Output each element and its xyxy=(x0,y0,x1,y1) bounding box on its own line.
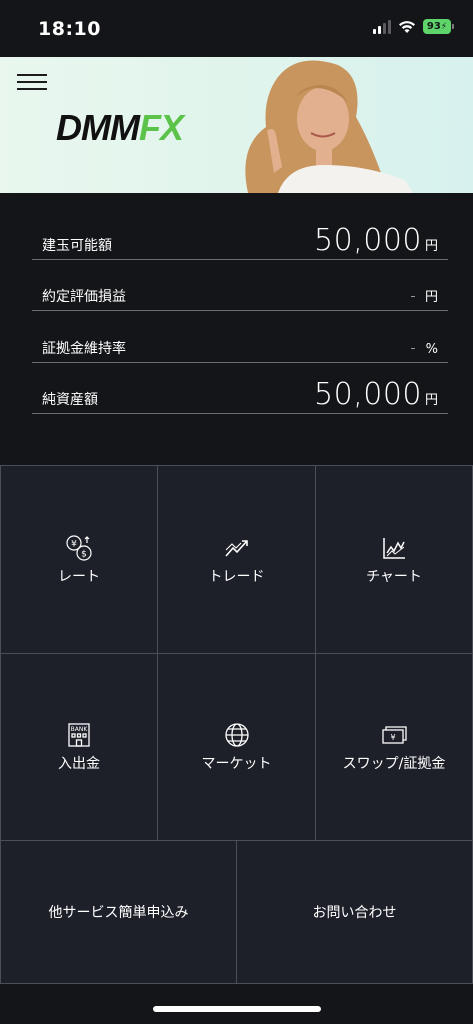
valuation-pl-unit: 円 xyxy=(424,290,438,305)
status-icons: 93 ⚡ xyxy=(373,19,454,34)
margin-ratio-row: 証拠金維持率 - % xyxy=(32,323,448,363)
trade-button[interactable]: トレード xyxy=(157,465,316,654)
deposit-withdraw-label: 入出金 xyxy=(58,756,100,772)
trade-label: トレード xyxy=(208,568,265,585)
banner-model-image xyxy=(245,60,413,193)
cellular-signal-icon xyxy=(373,19,391,34)
trend-arrow-icon xyxy=(224,539,248,557)
banknote-icon: ¥ xyxy=(382,726,407,744)
net-assets-unit: 円 xyxy=(424,393,438,408)
available-margin-unit: 円 xyxy=(424,239,438,254)
rate-label: レート xyxy=(58,568,100,585)
chart-button[interactable]: チャート xyxy=(315,465,473,654)
available-margin-value: 50,000 xyxy=(314,223,422,258)
rate-button[interactable]: ¥ $ レート xyxy=(0,465,158,654)
line-chart-icon xyxy=(383,537,405,559)
other-services-label: 他サービス簡単申込み xyxy=(48,905,189,921)
svg-text:$: $ xyxy=(81,549,87,559)
margin-ratio-unit: % xyxy=(425,342,438,357)
available-margin-label: 建玉可能額 xyxy=(42,238,112,254)
account-summary: 建玉可能額 50,000 円 約定評価損益 - 円 証拠金維持率 - % 純資産… xyxy=(0,193,473,465)
chart-label: チャート xyxy=(366,568,422,585)
deposit-withdraw-button[interactable]: BANK 入出金 xyxy=(0,653,158,841)
swap-margin-button[interactable]: ¥ スワップ/証拠金 xyxy=(315,653,473,841)
swap-margin-label: スワップ/証拠金 xyxy=(342,756,446,772)
status-time: 18:10 xyxy=(38,18,101,40)
currency-exchange-icon: ¥ $ xyxy=(66,534,92,561)
home-indicator[interactable] xyxy=(153,1006,321,1012)
valuation-pl-value: - xyxy=(410,288,416,304)
contact-button[interactable]: お問い合わせ xyxy=(236,840,473,984)
dmm-fx-logo: DMMFX xyxy=(56,107,184,148)
market-button[interactable]: マーケット xyxy=(157,653,316,841)
margin-ratio-value: - xyxy=(410,340,416,356)
battery-level: 93 xyxy=(426,21,441,32)
battery-icon: 93 ⚡ xyxy=(423,19,454,34)
svg-text:BANK: BANK xyxy=(71,726,89,733)
available-margin-row: 建玉可能額 50,000 円 xyxy=(32,220,448,260)
wifi-icon xyxy=(399,20,415,33)
margin-ratio-label: 証拠金維持率 xyxy=(42,341,126,357)
svg-text:¥: ¥ xyxy=(71,539,77,549)
status-bar: 18:10 93 ⚡ xyxy=(0,0,473,57)
svg-text:¥: ¥ xyxy=(390,733,395,742)
header-banner: DMMFX xyxy=(0,57,473,193)
bank-icon: BANK xyxy=(68,723,90,747)
globe-icon xyxy=(224,723,249,747)
net-assets-value: 50,000 xyxy=(314,377,422,412)
market-label: マーケット xyxy=(201,756,272,772)
valuation-pl-label: 約定評価損益 xyxy=(42,289,126,305)
other-services-button[interactable]: 他サービス簡単申込み xyxy=(0,840,237,984)
contact-label: お問い合わせ xyxy=(312,905,397,921)
valuation-pl-row: 約定評価損益 - 円 xyxy=(32,271,448,311)
net-assets-row: 純資産額 50,000 円 xyxy=(32,374,448,414)
hamburger-menu-icon[interactable] xyxy=(17,74,47,92)
net-assets-label: 純資産額 xyxy=(42,392,98,408)
